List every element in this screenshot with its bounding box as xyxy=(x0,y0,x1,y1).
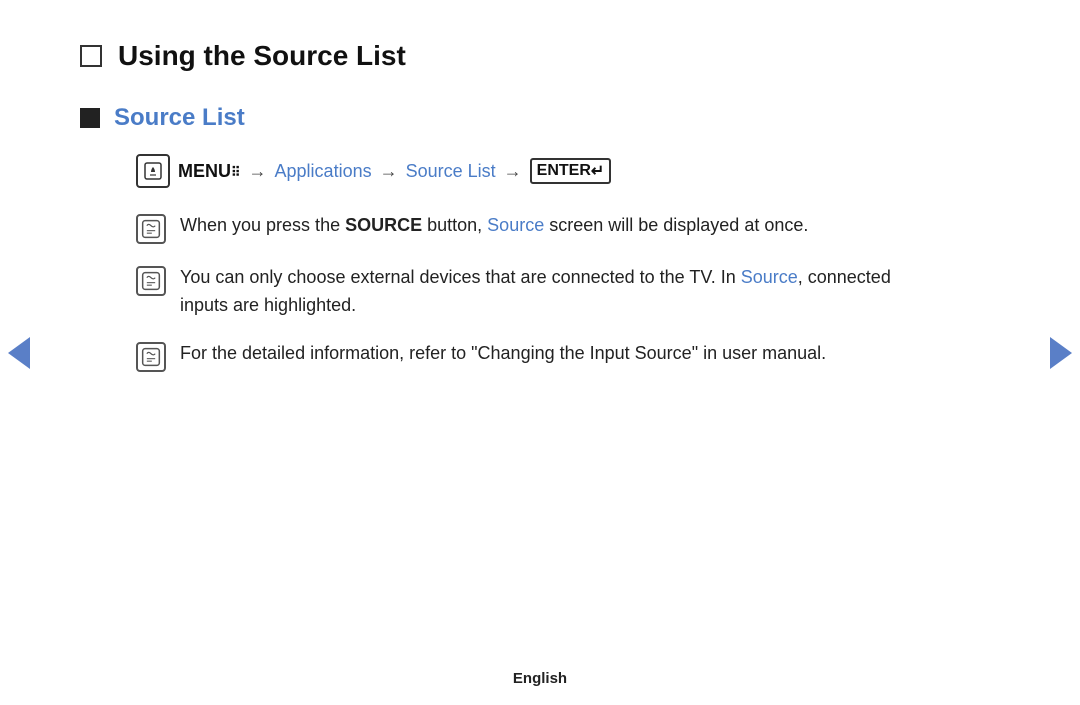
arrow-1: → xyxy=(249,161,267,182)
enter-icon: ENTER↵ xyxy=(530,158,612,184)
note-item-3: For the detailed information, refer to "… xyxy=(136,340,900,372)
note-icon-3 xyxy=(136,342,166,372)
main-content: Using the Source List Source List MENU⠿ … xyxy=(0,0,980,432)
arrow-3: → xyxy=(504,161,522,182)
note-item-2: You can only choose external devices tha… xyxy=(136,264,900,320)
footer-language: English xyxy=(513,670,567,687)
nav-left-arrow[interactable] xyxy=(8,337,30,369)
section-bullet-icon xyxy=(80,108,100,128)
arrow-2: → xyxy=(380,161,398,182)
nav-right-arrow[interactable] xyxy=(1050,337,1072,369)
menu-finger-icon xyxy=(136,154,170,188)
note-icon-1 xyxy=(136,214,166,244)
source-list-link: Source List xyxy=(406,161,496,182)
page-title: Using the Source List xyxy=(118,40,406,72)
note-icon-2 xyxy=(136,266,166,296)
note-text-1: When you press the SOURCE button, Source… xyxy=(180,212,808,240)
note-text-2: You can only choose external devices tha… xyxy=(180,264,900,320)
note-item-1: When you press the SOURCE button, Source… xyxy=(136,212,900,244)
section-header: Source List xyxy=(80,104,900,132)
applications-link: Applications xyxy=(275,161,372,182)
title-checkbox-icon xyxy=(80,45,102,67)
menu-path: MENU⠿ → Applications → Source List → ENT… xyxy=(136,154,900,188)
page-title-container: Using the Source List xyxy=(80,40,900,72)
note-text-3: For the detailed information, refer to "… xyxy=(180,340,826,368)
menu-label: MENU⠿ xyxy=(178,161,241,182)
enter-label: ENTER xyxy=(537,162,591,180)
section-title: Source List xyxy=(114,104,245,132)
